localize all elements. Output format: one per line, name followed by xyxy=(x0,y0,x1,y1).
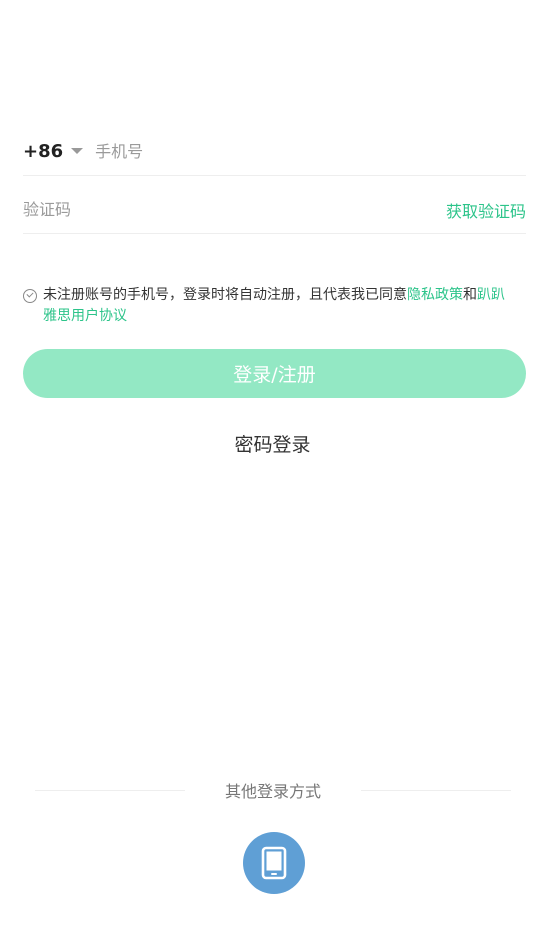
login-register-button[interactable]: 登录/注册 xyxy=(23,349,526,398)
divider-line-right xyxy=(361,789,512,791)
phone-row: +86 xyxy=(23,128,526,176)
privacy-policy-link[interactable]: 隐私政策 xyxy=(407,287,463,303)
agreement-text: 未注册账号的手机号，登录时将自动注册，且代表我已同意 xyxy=(43,287,407,303)
code-row: 获取验证码 xyxy=(23,186,526,234)
other-login-title: 其他登录方式 xyxy=(225,782,322,801)
get-code-button[interactable]: 获取验证码 xyxy=(446,198,526,222)
verification-code-input[interactable] xyxy=(23,200,446,219)
country-code-selector[interactable]: +86 xyxy=(23,141,63,162)
agreement: 未注册账号的手机号，登录时将自动注册，且代表我已同意隐私政策和趴趴雅思用户协议 xyxy=(23,285,518,327)
agreement-check-icon[interactable] xyxy=(23,289,37,303)
login-page: +86 获取验证码 未注册账号的手机号，登录时将自动注册，且代表我已同意隐私政策… xyxy=(0,0,545,950)
phone-icon xyxy=(261,846,287,880)
divider-line-left xyxy=(35,789,185,791)
other-login-divider: 其他登录方式 xyxy=(35,778,512,802)
phone-input[interactable] xyxy=(95,142,526,161)
agreement-conjunction: 和 xyxy=(463,287,477,303)
caret-down-icon[interactable] xyxy=(71,147,84,154)
password-login-link[interactable]: 密码登录 xyxy=(0,430,545,457)
agreement-text-block: 未注册账号的手机号，登录时将自动注册，且代表我已同意隐私政策和趴趴雅思用户协议 xyxy=(43,285,518,327)
phone-login-button[interactable] xyxy=(243,832,305,894)
